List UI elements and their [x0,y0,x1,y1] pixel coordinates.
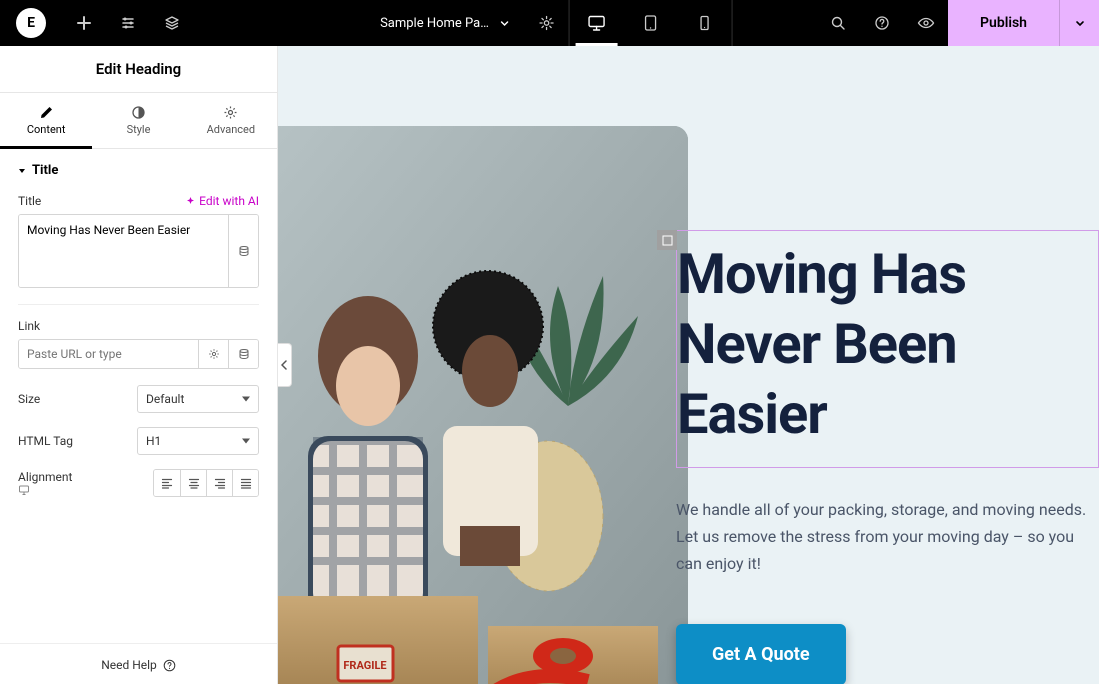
publish-button[interactable]: Publish [948,0,1059,46]
publish-options-button[interactable] [1059,0,1099,46]
gear-icon [223,105,238,120]
editor-sidebar: Edit Heading Content Style Advanced Titl… [0,46,278,684]
topbar-center: Sample Home Pa… [366,0,733,46]
page-selector[interactable]: Sample Home Pa… [366,16,525,31]
responsive-switcher [570,0,732,46]
page-name-text: Sample Home Pa… [380,16,489,31]
align-right-icon [214,477,226,489]
link-field-label: Link [18,319,40,333]
panel-tabs: Content Style Advanced [0,93,277,149]
align-right-button[interactable] [206,470,232,496]
gear-icon [208,348,220,360]
chevron-down-icon [499,17,511,29]
style-icon [131,105,146,120]
size-select[interactable]: Default [137,385,259,413]
collapse-sidebar-handle[interactable] [278,343,292,387]
tab-style[interactable]: Style [92,93,184,148]
pencil-icon [39,105,54,120]
topbar-left: E [0,0,194,46]
tablet-view-button[interactable] [624,0,678,46]
layers-icon [164,15,180,31]
mobile-icon [697,15,713,31]
hero-text-column: Moving Has Never Been Easier We handle a… [676,230,1099,684]
plus-icon [76,15,92,31]
htmltag-select[interactable]: H1 [137,427,259,455]
eye-icon [917,14,935,32]
mobile-view-button[interactable] [678,0,732,46]
hero-heading[interactable]: Moving Has Never Been Easier [677,239,1098,449]
gear-icon [539,15,555,31]
link-input[interactable] [19,340,198,368]
panel-title: Edit Heading [0,46,277,93]
topbar-right: Publish [816,0,1099,46]
svg-text:FRAGILE: FRAGILE [343,659,386,672]
preview-canvas: FRAGILE Moving Has Never Been Easier We … [278,46,1099,684]
title-field-label: Title [18,194,41,208]
alignment-label: Alignment [18,470,80,496]
structure-button[interactable] [150,0,194,46]
desktop-icon [587,13,607,33]
need-help-link[interactable]: Need Help [0,643,277,684]
tablet-icon [642,14,660,32]
edit-handle-icon [662,235,673,246]
hero-paragraph[interactable]: We handle all of your packing, storage, … [676,496,1099,578]
align-left-button[interactable] [154,470,180,496]
dynamic-tags-button[interactable] [228,215,258,287]
edit-with-ai-link[interactable]: Edit with AI [185,194,259,208]
sliders-icon [120,15,136,31]
size-label: Size [18,392,40,406]
help-button[interactable] [860,0,904,46]
align-center-icon [188,477,200,489]
alignment-group [153,469,259,497]
heading-widget-selected[interactable]: Moving Has Never Been Easier [676,230,1099,468]
tab-advanced[interactable]: Advanced [185,93,277,148]
database-icon [238,348,250,360]
hero-image: FRAGILE [278,126,688,684]
page-settings-button[interactable] [525,0,569,46]
help-icon [874,15,890,31]
widget-handle[interactable] [657,230,677,250]
align-center-button[interactable] [180,470,206,496]
top-bar: E Sample Home Pa… [0,0,1099,46]
tab-content[interactable]: Content [0,93,92,148]
htmltag-label: HTML Tag [18,434,73,448]
caret-down-icon [18,167,26,175]
quote-button[interactable]: Get A Quote [676,624,846,684]
help-icon [163,659,176,672]
title-input[interactable] [19,215,228,287]
link-options-button[interactable] [198,340,228,368]
database-icon [238,245,250,257]
site-settings-button[interactable] [106,0,150,46]
preview-button[interactable] [904,0,948,46]
chevron-left-icon [281,360,288,370]
section-title-toggle[interactable]: Title [18,163,259,178]
elementor-logo[interactable]: E [16,8,46,38]
align-justify-button[interactable] [232,470,258,496]
add-element-button[interactable] [62,0,106,46]
dynamic-tags-button[interactable] [228,340,258,368]
finder-button[interactable] [816,0,860,46]
sparkle-icon [185,196,196,207]
search-icon [830,15,846,31]
align-left-icon [161,477,173,489]
responsive-indicator-icon[interactable] [18,484,80,496]
align-justify-icon [240,477,252,489]
chevron-down-icon [1074,17,1086,29]
desktop-view-button[interactable] [570,0,624,46]
desktop-icon [18,484,30,496]
panel-body: Title Title Edit with AI [0,149,277,643]
